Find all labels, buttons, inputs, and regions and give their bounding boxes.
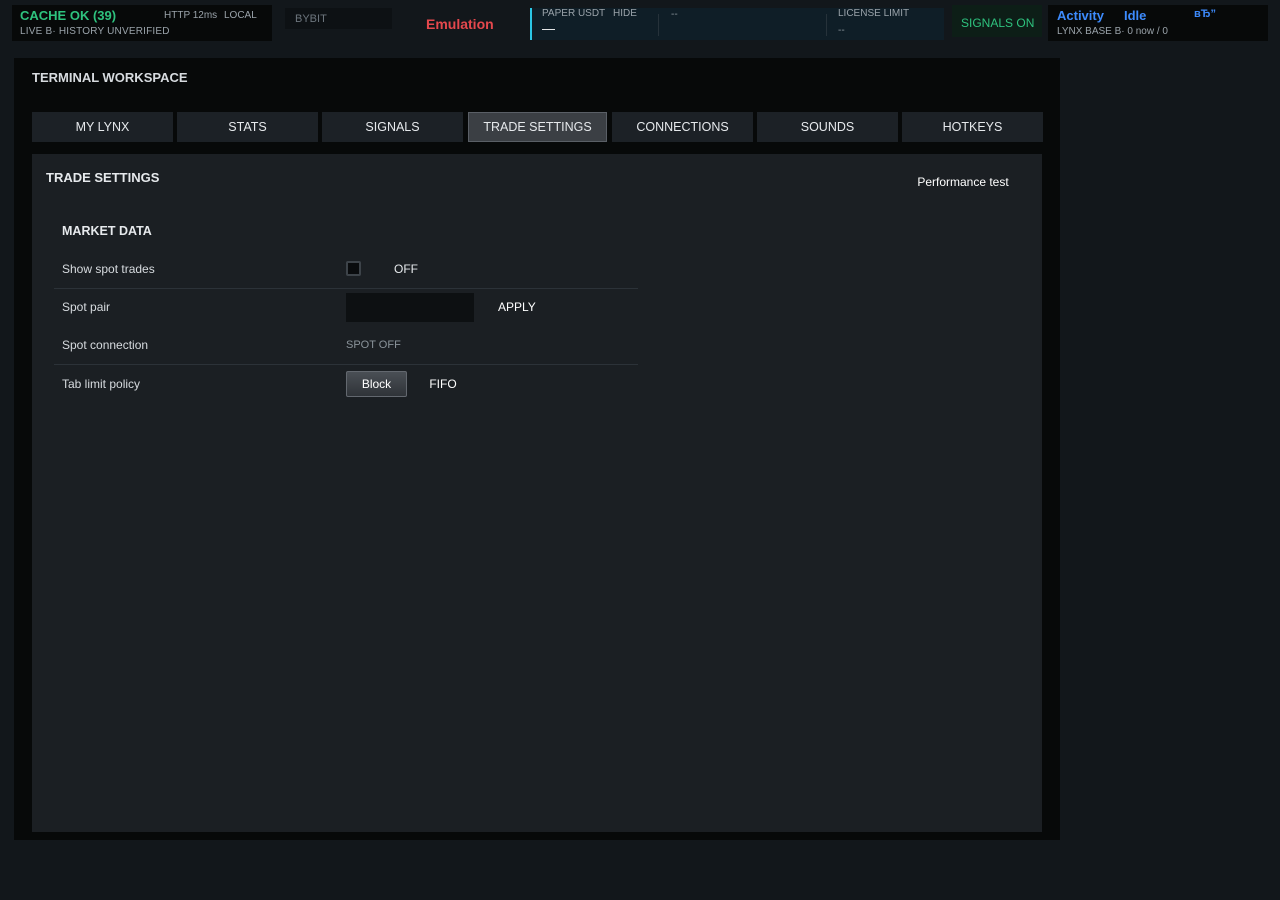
- cache-subtitle: LIVE B· HISTORY UNVERIFIED: [20, 26, 170, 37]
- show-spot-trades-checkbox[interactable]: [346, 261, 361, 276]
- setting-label: Show spot trades: [62, 262, 155, 276]
- setting-label: Spot connection: [62, 338, 149, 352]
- tab-bar: MY LYNX STATS SIGNALS TRADE SETTINGS CON…: [32, 112, 1043, 142]
- market-data-title: MARKET DATA: [62, 224, 152, 238]
- emulation-indicator[interactable]: Emulation: [426, 16, 494, 32]
- trade-settings-panel: TRADE SETTINGS Performance test MARKET D…: [32, 154, 1042, 832]
- cache-status-title: CACHE OK (39): [20, 8, 117, 23]
- divider: [658, 14, 659, 36]
- fifo-option-button[interactable]: FIFO: [420, 371, 466, 397]
- activity-subtitle: LYNX BASE B· 0 now / 0: [1057, 26, 1168, 37]
- setting-row-spot-connection: Spot connection SPOT OFF: [54, 326, 638, 365]
- activity-glyph: вЂ”: [1194, 8, 1216, 20]
- spot-connection-status: SPOT OFF: [346, 339, 401, 351]
- tab-connections[interactable]: CONNECTIONS: [612, 112, 753, 142]
- spot-pair-input[interactable]: [346, 293, 474, 322]
- activity-label: Activity: [1057, 8, 1104, 23]
- panel-title: TRADE SETTINGS: [46, 170, 160, 185]
- tab-sounds[interactable]: SOUNDS: [757, 112, 898, 142]
- workspace-title: TERMINAL WORKSPACE: [32, 70, 188, 85]
- paper-secondary-value: --: [671, 9, 678, 20]
- performance-test-button[interactable]: Performance test: [900, 171, 1026, 193]
- paper-balance-value: —: [542, 21, 555, 36]
- divider: [826, 14, 827, 36]
- license-limit-value: --: [838, 25, 845, 36]
- exchange-selector[interactable]: BYBIT: [285, 8, 392, 29]
- cache-status[interactable]: CACHE OK (39) HTTP 12ms LOCAL LIVE B· HI…: [12, 5, 272, 41]
- signals-status-label: SIGNALS ON: [961, 16, 1035, 30]
- activity-state: Idle: [1124, 8, 1147, 23]
- setting-row-spot-pair: Spot pair APPLY: [54, 288, 638, 326]
- paper-hide-toggle[interactable]: HIDE: [613, 8, 637, 19]
- show-spot-trades-state: OFF: [394, 262, 418, 276]
- cache-mode: LOCAL: [224, 10, 257, 21]
- tab-stats[interactable]: STATS: [177, 112, 318, 142]
- paper-balance-label: PAPER USDT: [542, 8, 606, 19]
- signals-toggle[interactable]: SIGNALS ON: [952, 5, 1042, 37]
- tab-signals[interactable]: SIGNALS: [322, 112, 463, 142]
- setting-label: Spot pair: [62, 300, 111, 314]
- tab-hotkeys[interactable]: HOTKEYS: [902, 112, 1043, 142]
- http-latency: HTTP 12ms: [164, 10, 218, 21]
- exchange-label: BYBIT: [295, 13, 327, 25]
- tab-trade-settings[interactable]: TRADE SETTINGS: [468, 112, 607, 142]
- apply-button[interactable]: APPLY: [490, 288, 544, 326]
- setting-row-tab-limit-policy: Tab limit policy Block FIFO: [54, 365, 638, 403]
- block-option-button[interactable]: Block: [346, 371, 407, 397]
- terminal-workspace: TERMINAL WORKSPACE MY LYNX STATS SIGNALS…: [14, 58, 1060, 840]
- paper-balance-panel: PAPER USDT HIDE — -- LICENSE LIMIT --: [530, 8, 944, 40]
- activity-panel: Activity Idle вЂ” LYNX BASE B· 0 now / 0: [1048, 5, 1268, 41]
- license-limit-label: LICENSE LIMIT: [838, 8, 910, 19]
- tab-my-lynx[interactable]: MY LYNX: [32, 112, 173, 142]
- setting-row-show-spot-trades: Show spot trades OFF: [54, 250, 638, 289]
- setting-label: Tab limit policy: [62, 377, 141, 391]
- status-bar: CACHE OK (39) HTTP 12ms LOCAL LIVE B· HI…: [0, 0, 1280, 44]
